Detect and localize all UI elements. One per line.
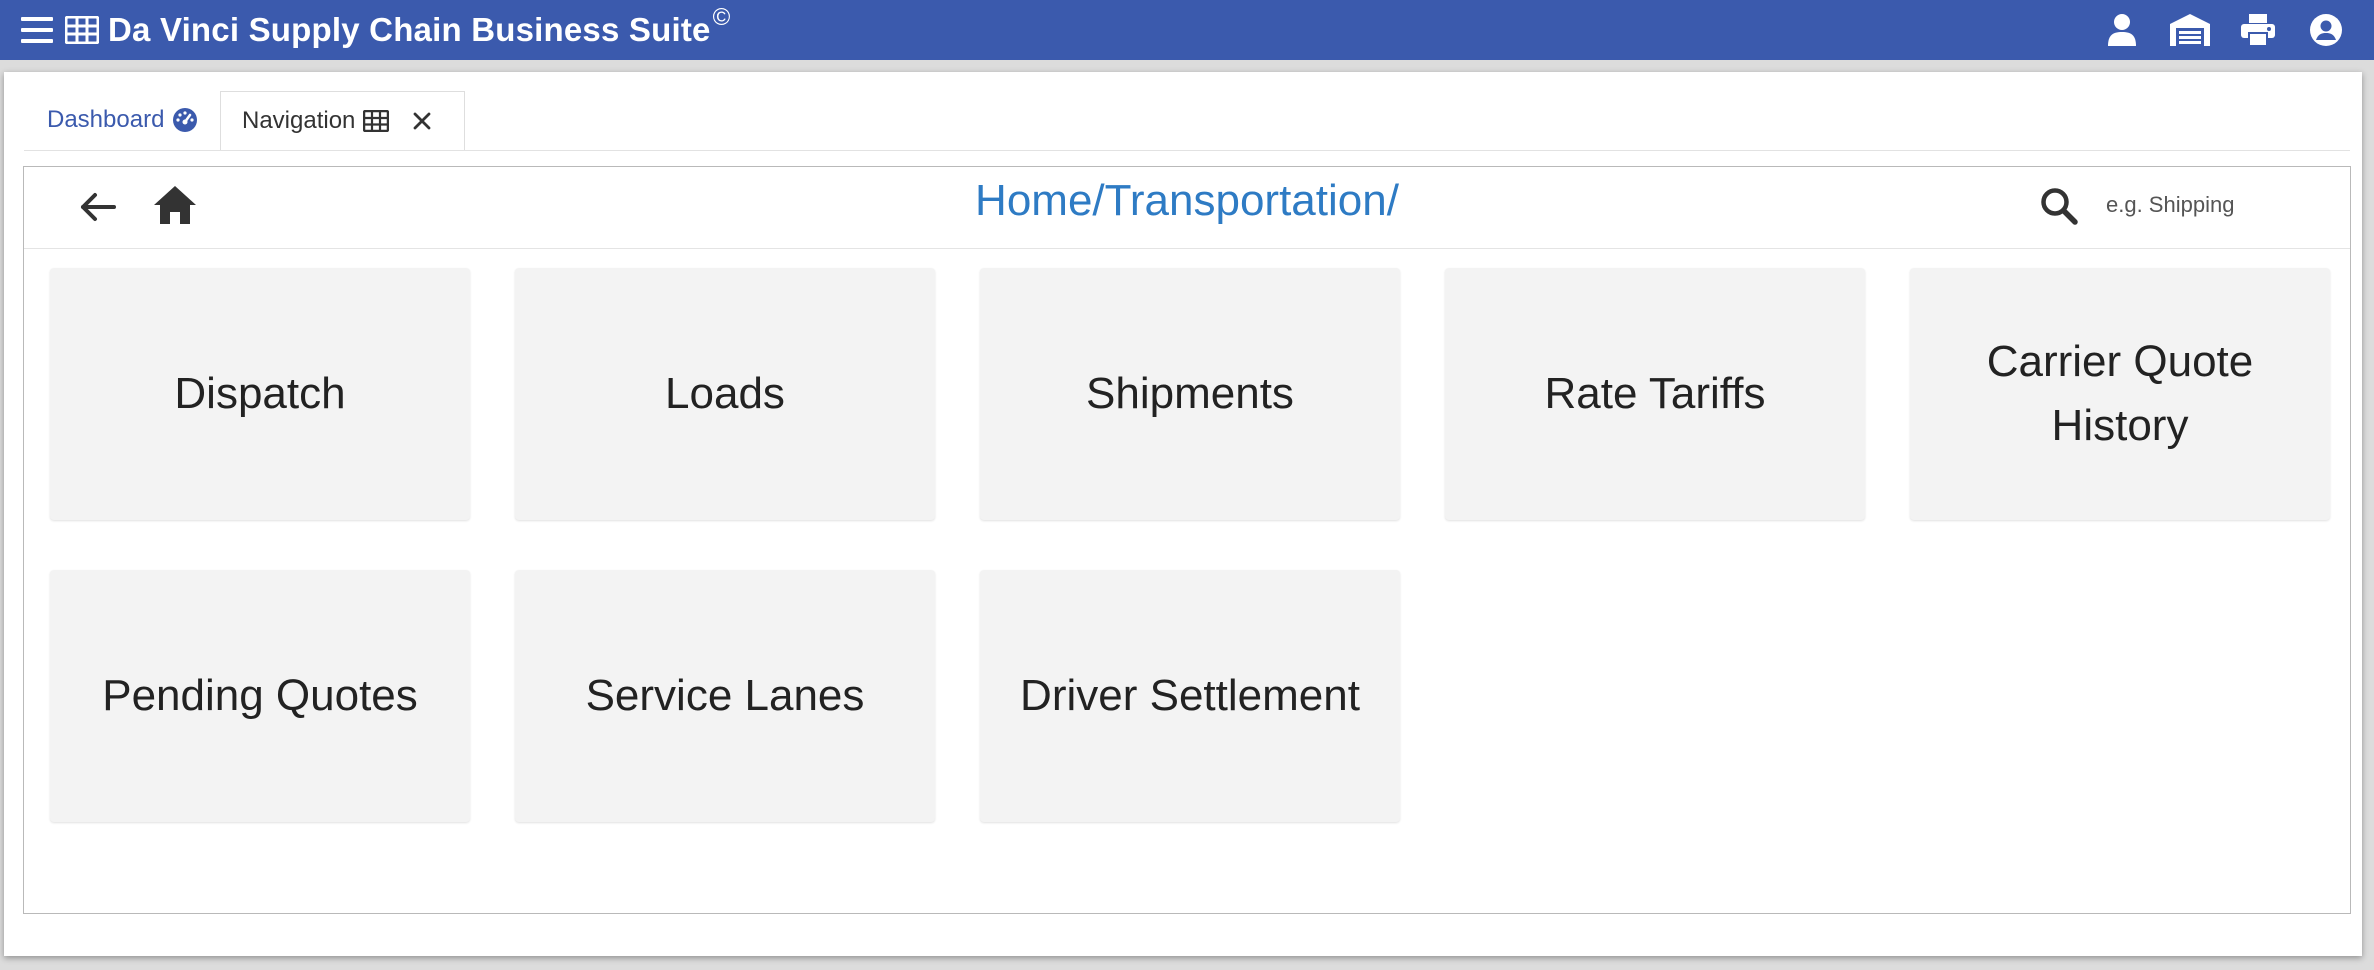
tile-pending-quotes[interactable]: Pending Quotes: [50, 570, 470, 822]
warehouse-icon[interactable]: [2164, 0, 2216, 60]
tile-label: Shipments: [1086, 369, 1294, 418]
tab-divider: [24, 150, 2350, 151]
grid-icon: [363, 110, 390, 132]
breadcrumb-path[interactable]: Home/Transportation/: [975, 176, 1399, 225]
back-arrow-icon[interactable]: [74, 183, 122, 231]
printer-icon[interactable]: [2232, 0, 2284, 60]
tab-dashboard-label: Dashboard: [47, 106, 165, 133]
main-panel: Dashboard Navigation Home/Transportation…: [4, 72, 2362, 956]
tile-label: Pending Quotes: [102, 671, 418, 720]
close-tab-icon[interactable]: [413, 112, 431, 130]
home-icon[interactable]: [149, 179, 201, 231]
menu-icon[interactable]: [18, 0, 56, 60]
app-header: Da Vinci Supply Chain Business Suite©: [0, 0, 2374, 60]
tile-rate-tariffs[interactable]: Rate Tariffs: [1445, 268, 1865, 520]
dashboard-gauge-icon: [172, 107, 198, 133]
tile-label: Rate Tariffs: [1544, 369, 1766, 418]
navigation-toolbar: Home/Transportation/: [24, 167, 2350, 249]
app-title: Da Vinci Supply Chain Business Suite©: [108, 4, 730, 49]
search-input[interactable]: [2104, 183, 2334, 227]
tile-label: Loads: [665, 369, 785, 418]
tile-label: Dispatch: [174, 369, 346, 418]
tab-navigation[interactable]: Navigation: [220, 91, 465, 151]
tile-label: Driver Settlement: [1020, 671, 1360, 720]
tile-service-lanes[interactable]: Service Lanes: [515, 570, 935, 822]
breadcrumb: Home/Transportation/: [24, 167, 2350, 235]
copyright-mark: ©: [712, 4, 731, 31]
tab-dashboard[interactable]: Dashboard: [24, 90, 220, 150]
tab-navigation-label: Navigation: [242, 107, 356, 134]
tile-driver-settlement[interactable]: Driver Settlement: [980, 570, 1400, 822]
tile-label: Carrier Quote History: [1986, 337, 2254, 450]
tile-dispatch[interactable]: Dispatch: [50, 268, 470, 520]
navigation-content: Home/Transportation/ Dispatch Loads Ship…: [23, 166, 2351, 914]
grid-icon: [62, 0, 102, 60]
tile-label: Service Lanes: [585, 671, 865, 720]
tile-loads[interactable]: Loads: [515, 268, 935, 520]
app-title-text: Da Vinci Supply Chain Business Suite: [108, 11, 711, 48]
search-icon[interactable]: [2034, 181, 2084, 231]
tile-carrier-quote-history[interactable]: Carrier Quote History: [1910, 268, 2330, 520]
account-circle-icon[interactable]: [2300, 0, 2352, 60]
tab-bar: Dashboard Navigation: [24, 90, 465, 151]
tile-shipments[interactable]: Shipments: [980, 268, 1400, 520]
user-icon[interactable]: [2096, 0, 2148, 60]
